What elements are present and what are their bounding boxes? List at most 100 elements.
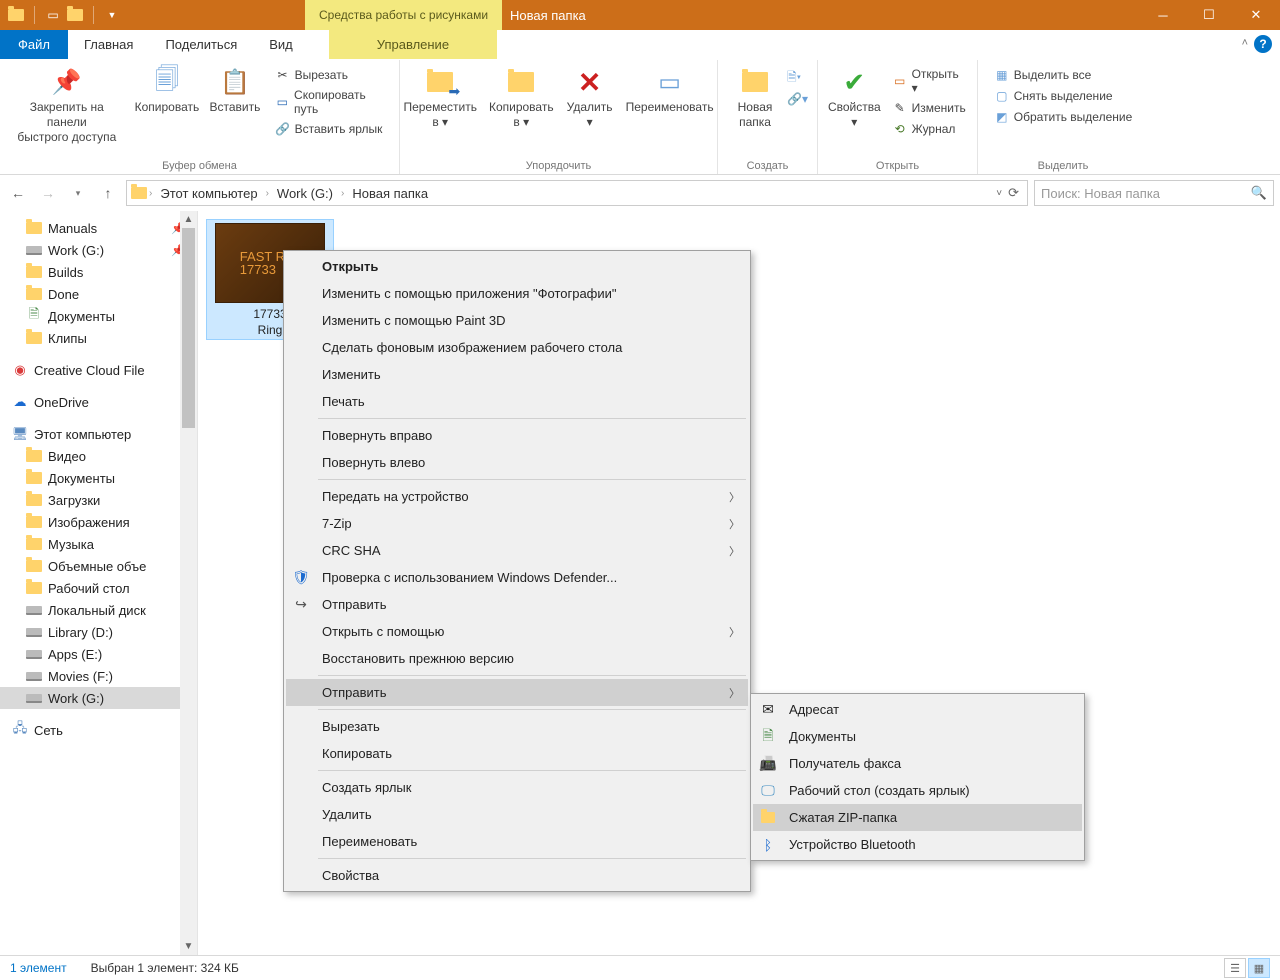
edit-icon: ✎	[892, 100, 908, 116]
menu-item[interactable]: Создать ярлык	[286, 774, 748, 801]
menu-item[interactable]: Печать	[286, 388, 748, 415]
address-dropdown-icon[interactable]: ˅	[996, 188, 1002, 199]
menu-item[interactable]: 🗎Документы	[753, 723, 1082, 750]
history-button[interactable]: ⟲Журнал	[889, 120, 971, 138]
tree-item[interactable]: Work (G:)📌	[0, 239, 197, 261]
tree-item[interactable]: Manuals📌	[0, 217, 197, 239]
delete-button[interactable]: ✕Удалить ▾	[562, 64, 618, 132]
menu-item[interactable]: 🛡Проверка с использованием Windows Defen…	[286, 564, 748, 591]
rename-button[interactable]: ▭Переименовать	[622, 64, 718, 117]
crumb-folder[interactable]: Новая папка	[346, 186, 434, 201]
tree-item[interactable]: Изображения	[0, 511, 197, 533]
close-button[interactable]: ✕	[1232, 0, 1280, 30]
tree-item[interactable]: Library (D:)	[0, 621, 197, 643]
tree-this-pc[interactable]: 🖥Этот компьютер	[0, 423, 197, 445]
menu-item[interactable]: Сжатая ZIP-папка	[753, 804, 1082, 831]
tree-item[interactable]: Done	[0, 283, 197, 305]
copy-to-button[interactable]: Копировать в ▾	[485, 64, 558, 132]
menu-item[interactable]: Открыть с помощью〉	[286, 618, 748, 645]
copy-path-button[interactable]: ▭Скопировать путь	[272, 87, 393, 117]
menu-item[interactable]: 7-Zip〉	[286, 510, 748, 537]
refresh-icon[interactable]: ⟳	[1004, 185, 1023, 201]
menu-item[interactable]: ↪Отправить	[286, 591, 748, 618]
select-all-button[interactable]: ▦Выделить все	[991, 66, 1136, 84]
qat-newfolder-icon[interactable]	[67, 7, 83, 23]
copy-button[interactable]: 🗐 Копировать	[132, 64, 203, 117]
maximize-button[interactable]: ☐	[1186, 0, 1232, 30]
menu-item[interactable]: ᛒУстройство Bluetooth	[753, 831, 1082, 858]
menu-item[interactable]: Изменить с помощью Paint 3D	[286, 307, 748, 334]
tree-item[interactable]: Work (G:)	[0, 687, 197, 709]
menu-item[interactable]: Открыть	[286, 253, 748, 280]
qat-properties-icon[interactable]: ▭	[45, 7, 61, 23]
tree-item-label: Объемные объе	[48, 559, 146, 574]
tree-item[interactable]: Локальный диск	[0, 599, 197, 621]
invert-selection-button[interactable]: ◩Обратить выделение	[991, 108, 1136, 126]
menu-item[interactable]: ✉Адресат	[753, 696, 1082, 723]
collapse-ribbon-icon[interactable]: ˄	[1242, 37, 1248, 49]
menu-item[interactable]: 🖵Рабочий стол (создать ярлык)	[753, 777, 1082, 804]
help-icon[interactable]: ?	[1254, 35, 1272, 53]
recent-dropdown[interactable]: ▾	[66, 181, 90, 205]
menu-item[interactable]: Сделать фоновым изображением рабочего ст…	[286, 334, 748, 361]
paste-button[interactable]: 📋 Вставить	[206, 64, 263, 117]
pin-to-quick-access-button[interactable]: 📌 Закрепить на панели быстрого доступа	[6, 64, 128, 147]
move-to-button[interactable]: ➡Переместить в ▾	[399, 64, 481, 132]
crumb-this-pc[interactable]: Этот компьютер	[154, 186, 263, 201]
crumb-drive[interactable]: Work (G:)	[271, 186, 339, 201]
view-details-button[interactable]: ☰	[1224, 958, 1246, 978]
nav-scrollbar[interactable]: ▲ ▼	[180, 211, 197, 955]
menu-item[interactable]: Вырезать	[286, 713, 748, 740]
properties-button[interactable]: ✔Свойства ▾	[824, 64, 885, 132]
menu-item[interactable]: Повернуть влево	[286, 449, 748, 476]
new-item-icon[interactable]: 🗎▾	[787, 68, 808, 89]
menu-item[interactable]: 📠Получатель факса	[753, 750, 1082, 777]
tree-item[interactable]: Музыка	[0, 533, 197, 555]
menu-item[interactable]: Отправить〉	[286, 679, 748, 706]
new-folder-button[interactable]: Новая папка	[727, 64, 783, 132]
tree-network[interactable]: 🖧Сеть	[0, 719, 197, 741]
menu-item[interactable]: Повернуть вправо	[286, 422, 748, 449]
up-button[interactable]: ↑	[96, 181, 120, 205]
tree-onedrive[interactable]: ☁OneDrive	[0, 391, 197, 413]
tree-item[interactable]: Movies (F:)	[0, 665, 197, 687]
tree-item[interactable]: Рабочий стол	[0, 577, 197, 599]
menu-item[interactable]: Изменить	[286, 361, 748, 388]
address-bar[interactable]: › Этот компьютер › Work (G:) › Новая пап…	[126, 180, 1028, 206]
tree-item[interactable]: 🗎Документы	[0, 305, 197, 327]
menu-item[interactable]: Восстановить прежнюю версию	[286, 645, 748, 672]
qat-dropdown-icon[interactable]: ▼	[104, 7, 120, 23]
menu-item[interactable]: Удалить	[286, 801, 748, 828]
contextual-tab-label: Средства работы с рисунками	[305, 0, 502, 30]
cut-button[interactable]: ✂Вырезать	[272, 66, 393, 84]
tree-item[interactable]: Загрузки	[0, 489, 197, 511]
tree-item[interactable]: Клипы	[0, 327, 197, 349]
tree-item[interactable]: Документы	[0, 467, 197, 489]
menu-item[interactable]: Передать на устройство〉	[286, 483, 748, 510]
tree-item[interactable]: Apps (E:)	[0, 643, 197, 665]
view-icons-button[interactable]: ▦	[1248, 958, 1270, 978]
easy-access-icon[interactable]: 🔗▾	[787, 92, 808, 106]
search-box[interactable]: Поиск: Новая папка 🔍	[1034, 180, 1274, 206]
edit-button[interactable]: ✎Изменить	[889, 99, 971, 117]
tab-share[interactable]: Поделиться	[149, 30, 253, 59]
menu-item[interactable]: Изменить с помощью приложения "Фотографи…	[286, 280, 748, 307]
menu-item[interactable]: Переименовать	[286, 828, 748, 855]
minimize-button[interactable]: ─	[1140, 0, 1186, 30]
menu-item[interactable]: Свойства	[286, 862, 748, 889]
forward-button[interactable]: →	[36, 181, 60, 205]
tab-manage[interactable]: Управление	[329, 30, 497, 59]
open-button[interactable]: ▭Открыть ▾	[889, 66, 971, 96]
paste-shortcut-button[interactable]: 🔗Вставить ярлык	[272, 120, 393, 138]
tree-item[interactable]: Объемные объе	[0, 555, 197, 577]
menu-item[interactable]: CRC SHA〉	[286, 537, 748, 564]
tree-item[interactable]: Builds	[0, 261, 197, 283]
select-none-button[interactable]: ▢Снять выделение	[991, 87, 1136, 105]
menu-item[interactable]: Копировать	[286, 740, 748, 767]
tree-item[interactable]: Видео	[0, 445, 197, 467]
tree-creative-cloud[interactable]: ◉Creative Cloud File	[0, 359, 197, 381]
back-button[interactable]: ←	[6, 181, 30, 205]
tab-view[interactable]: Вид	[253, 30, 309, 59]
tab-home[interactable]: Главная	[68, 30, 149, 59]
tab-file[interactable]: Файл	[0, 30, 68, 59]
